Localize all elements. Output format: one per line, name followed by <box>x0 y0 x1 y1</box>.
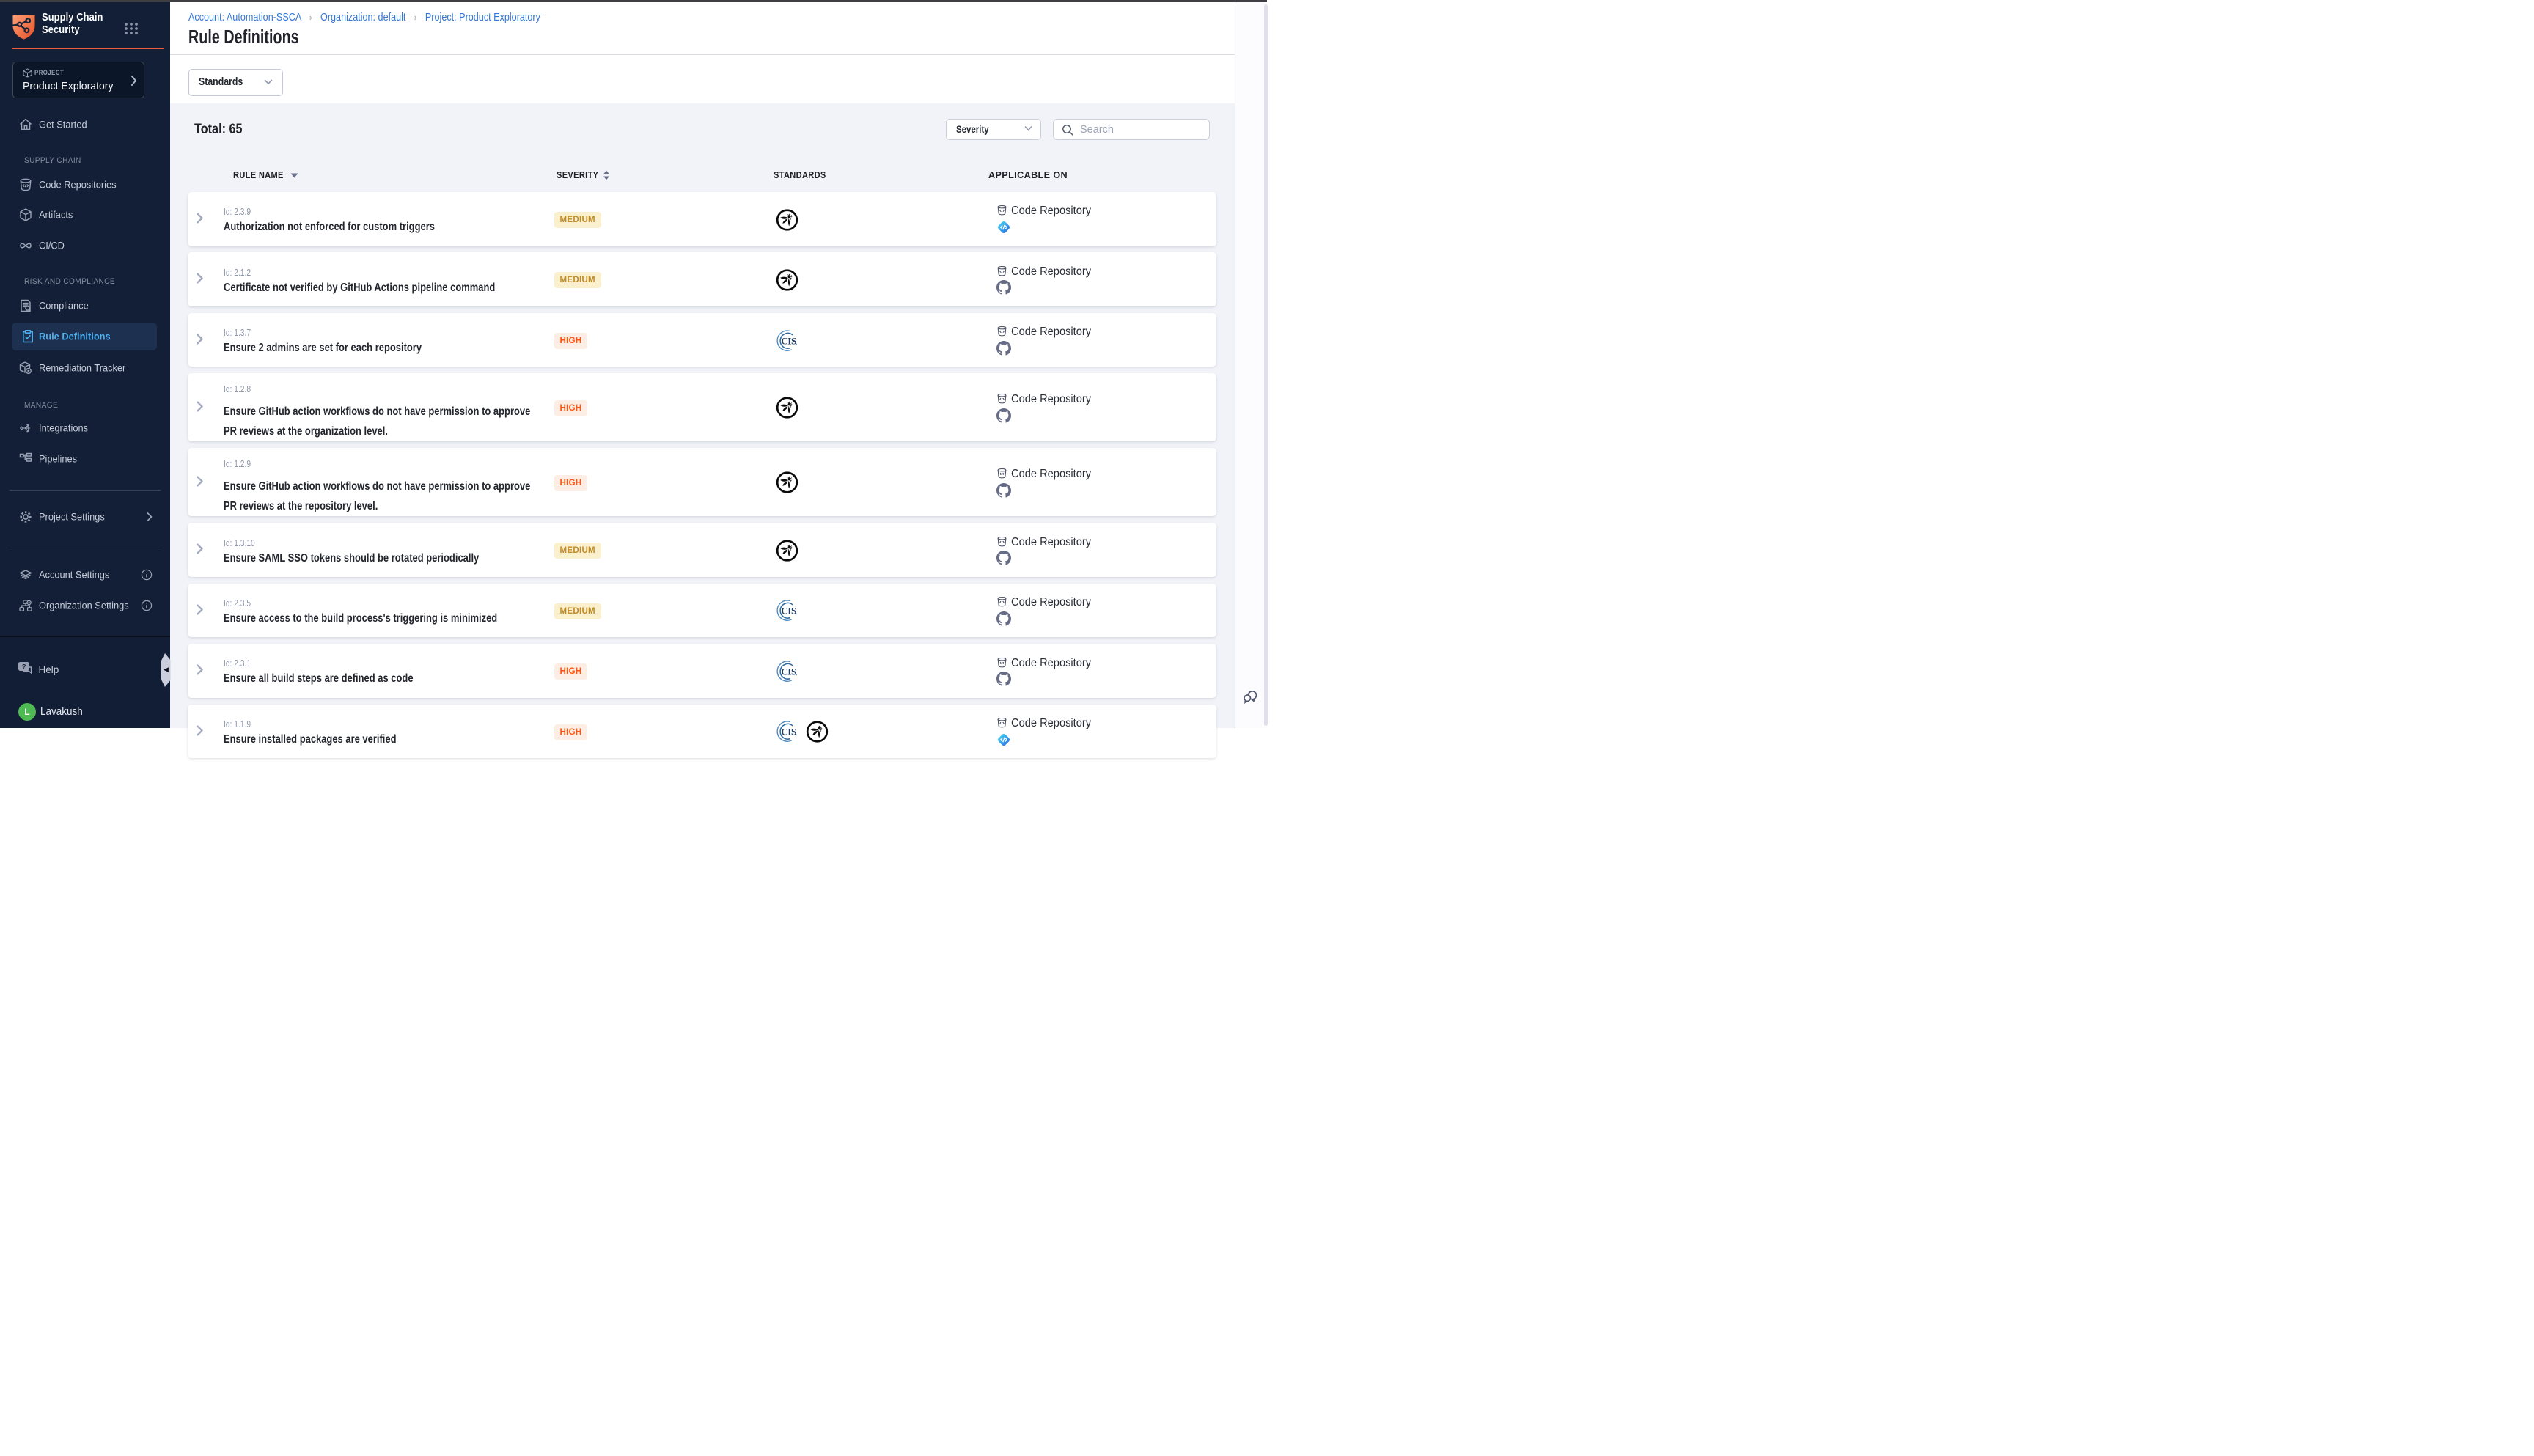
svg-text:CIS: CIS <box>781 335 796 346</box>
svg-text:CIS: CIS <box>781 666 796 677</box>
svg-text:CIS: CIS <box>781 606 796 617</box>
svg-text:?: ? <box>22 663 26 671</box>
svg-text:CIS: CIS <box>781 727 796 738</box>
